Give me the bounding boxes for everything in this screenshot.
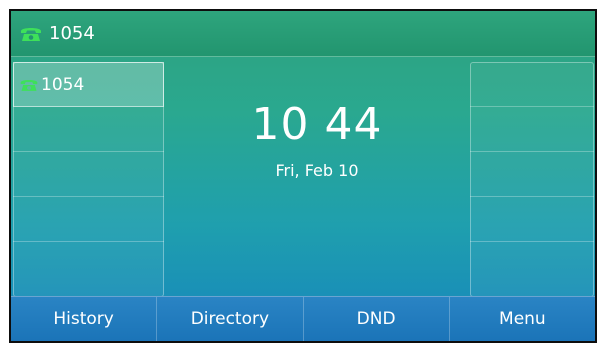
- title-bar: 1054: [11, 11, 595, 57]
- clock-time: 10 44: [251, 99, 383, 150]
- line-key-label: 1054: [41, 74, 85, 95]
- line-key-5[interactable]: [13, 242, 164, 287]
- line-key-6[interactable]: [470, 62, 594, 107]
- line-key-4[interactable]: [13, 197, 164, 242]
- dnd-softkey[interactable]: DND: [304, 297, 450, 341]
- line-key-3[interactable]: [13, 152, 164, 197]
- history-softkey[interactable]: History: [11, 297, 158, 341]
- right-line-keys: [470, 62, 594, 297]
- line-key-7[interactable]: [470, 107, 594, 152]
- account-label: 1054: [49, 23, 95, 44]
- line-key-1[interactable]: 1054: [13, 62, 164, 107]
- directory-softkey[interactable]: Directory: [157, 297, 304, 341]
- left-line-keys: 1054: [13, 62, 164, 297]
- softkey-bar: History Directory DND Menu: [11, 296, 595, 341]
- clock-date: Fri, Feb 10: [275, 161, 359, 180]
- phone-icon: [21, 27, 41, 41]
- line-key-2[interactable]: [13, 107, 164, 152]
- line-key-10[interactable]: [470, 242, 594, 287]
- line-key-8[interactable]: [470, 152, 594, 197]
- line-key-9[interactable]: [470, 197, 594, 242]
- phone-icon: [20, 79, 38, 91]
- phone-screen: 1054 1054 10 44 Fri, Feb 10 History Dire…: [9, 9, 597, 343]
- menu-softkey[interactable]: Menu: [450, 297, 595, 341]
